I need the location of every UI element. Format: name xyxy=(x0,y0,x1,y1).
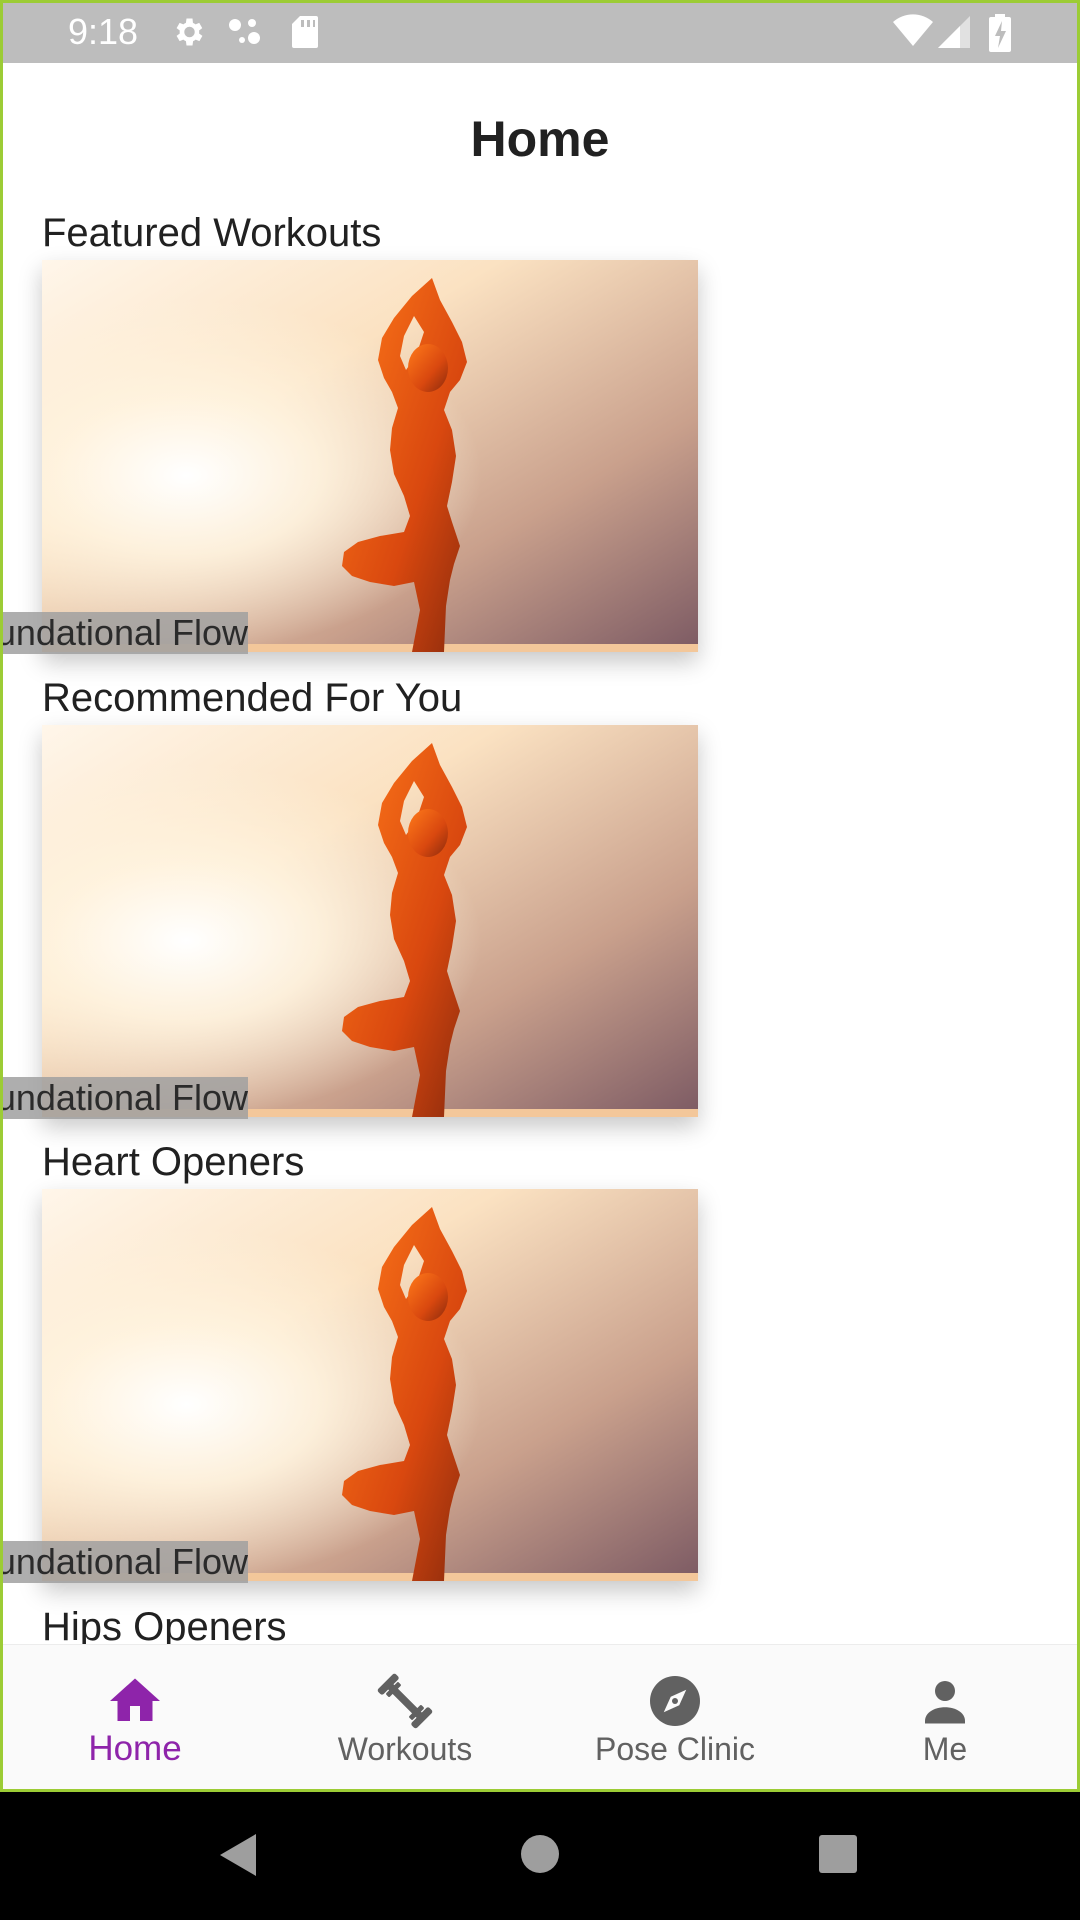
back-icon[interactable] xyxy=(216,1830,260,1880)
workout-card[interactable] xyxy=(42,725,698,1117)
yoga-image xyxy=(42,1189,698,1581)
nav-me-label: Me xyxy=(922,1731,968,1767)
home-feed[interactable]: Featured Workouts Foundational Flow Reco… xyxy=(0,200,1080,1644)
status-bar: 9:18 xyxy=(0,0,1080,63)
signal-icon xyxy=(938,14,972,53)
system-navigation-bar xyxy=(0,1792,1080,1920)
yoga-image xyxy=(42,725,698,1117)
assistant-dots-icon xyxy=(226,14,266,55)
person-icon xyxy=(925,1681,965,1724)
section-title-featured: Featured Workouts xyxy=(42,211,382,255)
card-caption: Foundational Flow xyxy=(0,1077,248,1119)
yoga-image xyxy=(42,260,698,652)
section-title-recommended: Recommended For You xyxy=(42,676,463,720)
nav-workouts-label: Workouts xyxy=(337,1731,473,1767)
workout-card[interactable] xyxy=(42,260,698,652)
compass-icon xyxy=(650,1676,700,1726)
workout-card[interactable] xyxy=(42,1189,698,1581)
home-circle-icon[interactable] xyxy=(518,1832,562,1876)
sd-card-icon xyxy=(290,14,320,55)
page-title: Home xyxy=(470,111,610,167)
nav-home[interactable]: Home xyxy=(0,1645,270,1791)
nav-pose-clinic[interactable]: Pose Clinic xyxy=(540,1645,810,1791)
bottom-navigation: Home Workouts Pose Clinic Me xyxy=(0,1644,1080,1791)
section-title-hips-openers: Hips Openers xyxy=(42,1605,287,1644)
recents-icon[interactable] xyxy=(816,1832,860,1876)
card-caption: Foundational Flow xyxy=(0,1541,248,1583)
section-title-heart-openers: Heart Openers xyxy=(42,1140,305,1184)
dumbbell-icon xyxy=(377,1673,433,1729)
nav-home-label: Home xyxy=(88,1729,182,1768)
home-icon xyxy=(110,1678,160,1721)
nav-me[interactable]: Me xyxy=(810,1645,1080,1791)
battery-charging-icon xyxy=(988,14,1012,57)
settings-icon xyxy=(170,14,206,55)
status-time: 9:18 xyxy=(68,11,139,52)
nav-pose-clinic-label: Pose Clinic xyxy=(594,1731,756,1767)
card-caption: Foundational Flow xyxy=(0,612,248,654)
nav-workouts[interactable]: Workouts xyxy=(270,1645,540,1791)
wifi-icon xyxy=(892,14,934,53)
